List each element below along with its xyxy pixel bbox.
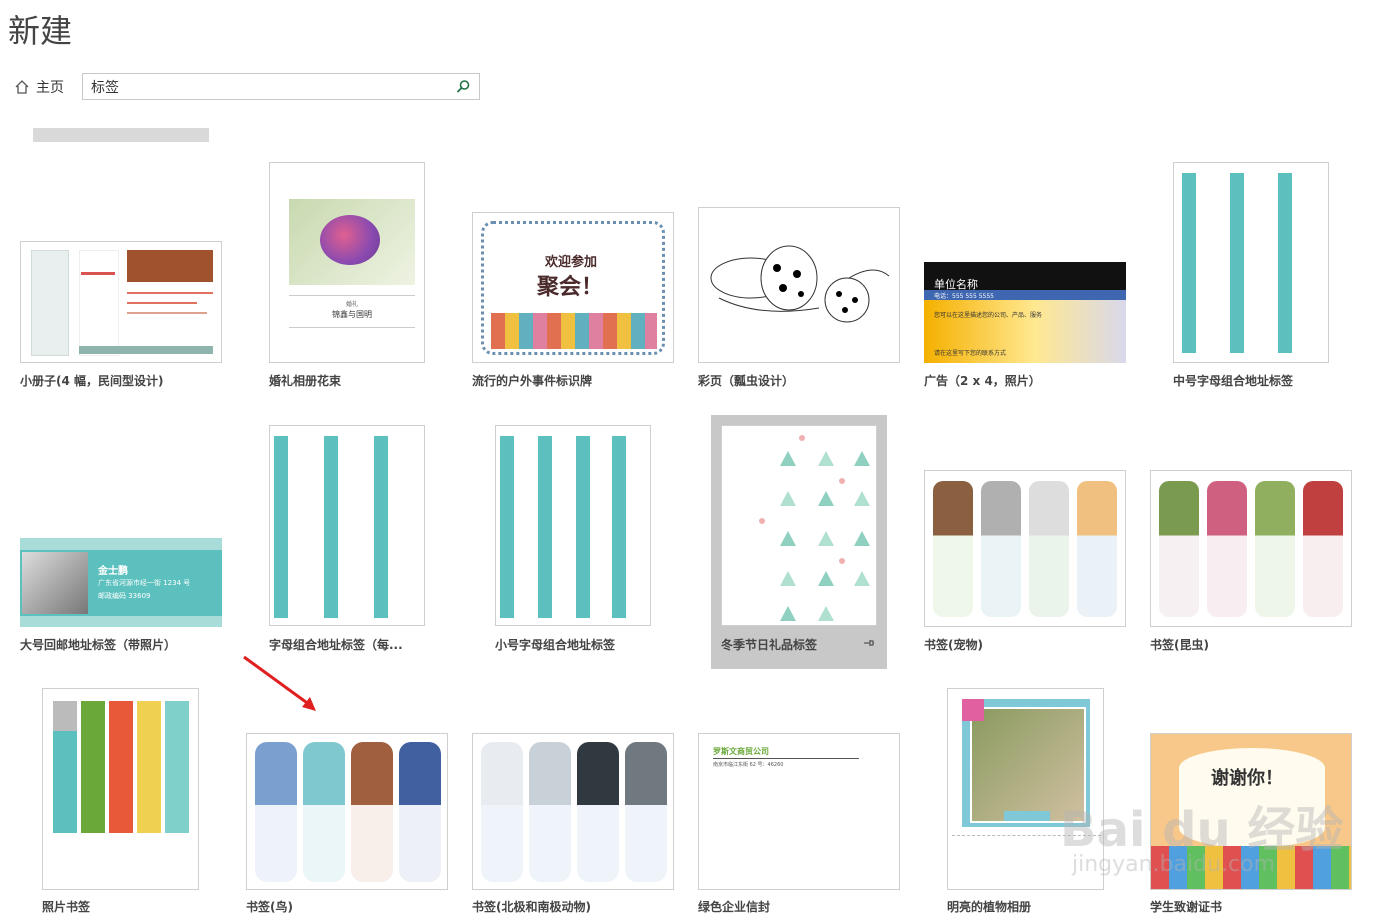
template-ladybug-flyer[interactable]: 彩页（瓢虫设计）: [698, 207, 908, 392]
template-ad-photo[interactable]: 单位名称 电话：555 555 5555 您可以在这里描述您的公司、产品、服务 …: [924, 262, 1134, 392]
template-thumbnail: 欢迎参加 聚会！: [472, 212, 674, 363]
template-label: 书签(宠物): [924, 638, 983, 652]
party-line2: 聚会！: [537, 275, 604, 300]
template-thumbnail: [495, 425, 651, 626]
template-thumbnail: 婚礼 锦鑫与国明: [269, 162, 425, 363]
template-label: 广告（2 x 4，照片）: [924, 374, 1041, 388]
template-label: 中号字母组合地址标签: [1173, 374, 1294, 388]
home-label: 主页: [36, 80, 64, 96]
envelope-addr-text: 南京市临江东街 62 号：46260: [713, 762, 784, 768]
ad-phone-text: 电话：555 555 5555: [934, 293, 994, 300]
template-label: 明亮的植物相册: [947, 900, 1032, 914]
template-outdoor-sign[interactable]: 欢迎参加 聚会！ 流行的户外事件标识牌: [472, 212, 682, 392]
template-photo-bookmarks[interactable]: 照片书签: [42, 688, 242, 914]
search-box[interactable]: [82, 73, 480, 100]
template-thumbnail: [269, 425, 425, 626]
party-line1: 欢迎参加: [545, 255, 598, 270]
template-label: 书签(昆虫): [1150, 638, 1209, 652]
template-thumbnail: [1173, 162, 1329, 363]
template-thumbnail: [20, 241, 222, 363]
template-label: 小册子(4 幅，民间型设计): [20, 374, 164, 388]
template-bird-bookmarks[interactable]: 书签(鸟): [246, 733, 456, 914]
template-monogram-address[interactable]: 字母组合地址标签（每...: [269, 425, 469, 658]
template-thumbnail: [42, 688, 199, 890]
ad-footer-text: 请在这里写下您的联系方式: [934, 350, 1007, 357]
home-link[interactable]: 主页: [14, 77, 64, 97]
watermark: Bai du 经验: [1060, 802, 1344, 858]
template-thumbnail: [698, 207, 900, 363]
page-title: 新建: [8, 12, 73, 50]
loading-placeholder: [33, 128, 209, 142]
watermark-sub: jingyan.baidu.com: [1072, 852, 1276, 877]
template-thumbnail: [721, 425, 877, 626]
template-thumbnail: 单位名称 电话：555 555 5555 您可以在这里描述您的公司、产品、服务 …: [924, 262, 1126, 363]
template-thumbnail: [924, 470, 1126, 627]
template-thumbnail: [246, 733, 448, 890]
template-label: 冬季节日礼品标签: [721, 638, 818, 652]
template-thumbnail: 金士鹏 广东省河源市经一街 1234 号 邮政编码 33609: [20, 538, 222, 627]
template-label: 流行的户外事件标识牌: [472, 374, 593, 388]
template-label: 大号回邮地址标签（带照片）: [20, 638, 177, 652]
template-insect-bookmarks[interactable]: 书签(昆虫): [1150, 470, 1360, 658]
template-pet-bookmarks[interactable]: 书签(宠物): [924, 470, 1134, 658]
template-thumbnail: [1150, 470, 1352, 627]
template-winter-gift-tag[interactable]: 冬季节日礼品标签: [711, 415, 887, 669]
template-label: 绿色企业信封: [698, 900, 771, 914]
template-thumbnail: 罗斯文商贸公司 南京市临江东街 62 号：46260: [698, 733, 900, 890]
template-label: 字母组合地址标签（每...: [269, 638, 403, 652]
thanks-text: 谢谢你！: [1211, 768, 1283, 789]
template-small-monogram[interactable]: 小号字母组合地址标签: [495, 425, 695, 658]
ad-body-text: 您可以在这里描述您的公司、产品、服务: [934, 312, 1043, 319]
pin-icon[interactable]: [863, 638, 875, 648]
home-icon: [15, 80, 29, 94]
template-label: 照片书签: [42, 900, 91, 914]
return-zip-text: 邮政编码 33609: [98, 592, 151, 600]
template-label: 书签(北极和南极动物): [472, 900, 591, 914]
search-icon[interactable]: [456, 79, 471, 94]
return-addr-text: 广东省河源市经一街 1234 号: [98, 579, 191, 587]
envelope-company-text: 罗斯文商贸公司: [713, 747, 769, 756]
template-return-address[interactable]: 金士鹏 广东省河源市经一街 1234 号 邮政编码 33609 大号回邮地址标签…: [20, 538, 250, 658]
template-green-envelope[interactable]: 罗斯文商贸公司 南京市临江东街 62 号：46260 绿色企业信封: [698, 733, 908, 914]
template-label: 书签(鸟): [246, 900, 293, 914]
wedding-small-text: 婚礼: [346, 301, 359, 308]
template-wedding-album[interactable]: 婚礼 锦鑫与国明 婚礼相册花束: [269, 162, 469, 392]
template-label: 彩页（瓢虫设计）: [698, 374, 795, 388]
template-label: 小号字母组合地址标签: [495, 638, 616, 652]
search-input[interactable]: [83, 74, 459, 99]
template-booklet[interactable]: 小册子(4 幅，民间型设计): [20, 162, 230, 392]
template-label: 婚礼相册花束: [269, 374, 342, 388]
template-medium-monogram[interactable]: 中号字母组合地址标签: [1173, 162, 1373, 392]
template-thumbnail: [472, 733, 674, 890]
wedding-names-text: 锦鑫与国明: [332, 310, 372, 319]
return-name-text: 金士鹏: [98, 566, 128, 577]
template-label: 学生致谢证书: [1150, 900, 1223, 914]
template-polar-bookmarks[interactable]: 书签(北极和南极动物): [472, 733, 682, 914]
red-arrow-annotation: [243, 655, 316, 711]
